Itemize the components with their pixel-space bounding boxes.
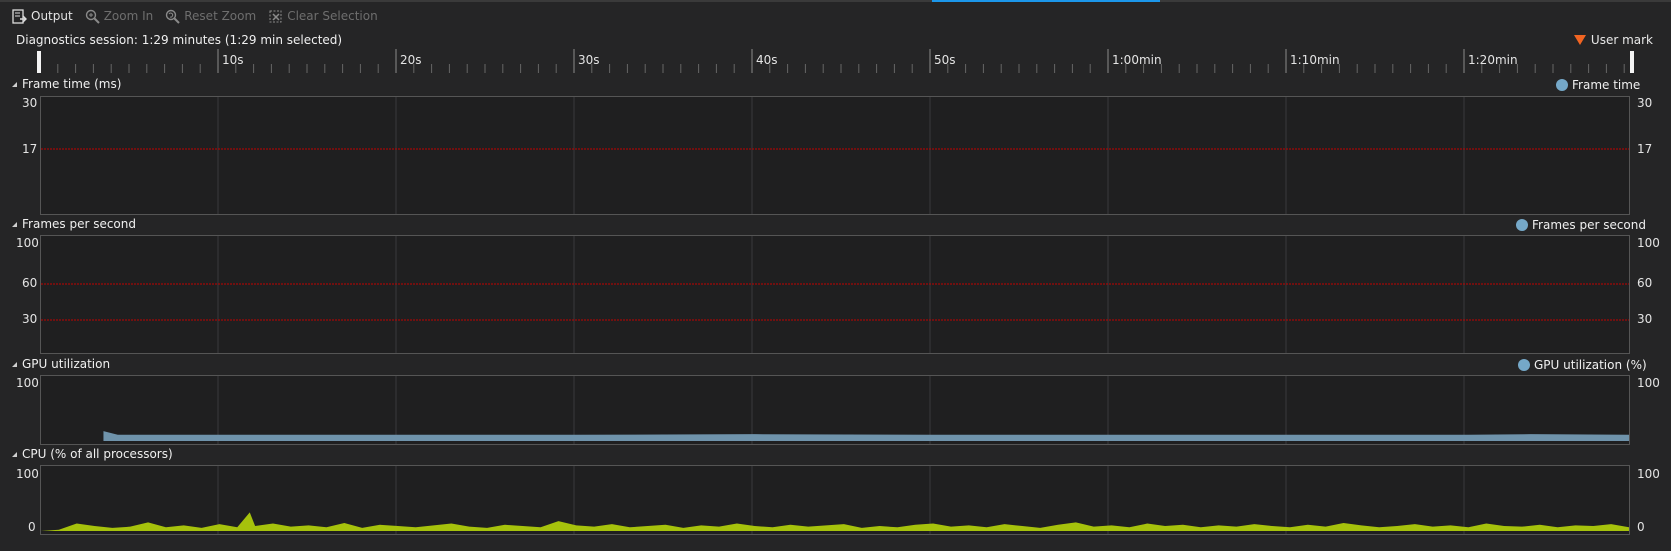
- zoom-in-icon: [85, 9, 100, 24]
- collapse-caret-icon[interactable]: [12, 361, 17, 367]
- gpu-title: GPU utilization: [22, 357, 111, 371]
- fps-header[interactable]: Frames per second: [12, 217, 136, 231]
- fps-plot[interactable]: [40, 235, 1630, 354]
- frame-time-y-ref-left: 17: [22, 142, 38, 156]
- legend-dot-icon: [1556, 79, 1568, 91]
- gpu-y-top-left: 100: [16, 376, 39, 390]
- frame-time-y-top-left: 30: [22, 96, 38, 110]
- frame-time-grid: [41, 97, 1629, 214]
- collapse-caret-icon[interactable]: [12, 451, 17, 457]
- cpu-usage-area: [41, 512, 1629, 531]
- frame-time-legend: Frame time: [1556, 78, 1640, 92]
- zoom-in-button[interactable]: Zoom In: [85, 9, 154, 24]
- user-mark-legend[interactable]: User mark: [1573, 33, 1653, 47]
- frame-time-y-ref-right: 17: [1637, 142, 1653, 156]
- cpu-y-bottom-right: 0: [1637, 520, 1645, 534]
- fps-legend: Frames per second: [1516, 218, 1646, 232]
- cpu-plot[interactable]: [40, 465, 1630, 535]
- ruler-tick-30s: 30s: [578, 53, 600, 67]
- clear-selection-button[interactable]: Clear Selection: [268, 9, 378, 24]
- ruler-tick-40s: 40s: [756, 53, 778, 67]
- gpu-legend: GPU utilization (%): [1518, 358, 1647, 372]
- top-border: [0, 0, 1671, 2]
- session-label: Diagnostics session: 1:29 minutes (1:29 …: [16, 33, 343, 47]
- cpu-title: CPU (% of all processors): [22, 447, 173, 461]
- clear-selection-label: Clear Selection: [287, 9, 378, 23]
- fps-grid: [41, 236, 1629, 353]
- output-icon: [12, 8, 27, 24]
- zoom-in-label: Zoom In: [103, 9, 154, 23]
- fps-y-30-left: 30: [22, 312, 38, 326]
- output-label: Output: [31, 9, 73, 23]
- user-mark-label: User mark: [1590, 33, 1653, 47]
- ruler-tick-20s: 20s: [400, 53, 422, 67]
- fps-y-60-right: 60: [1637, 276, 1653, 290]
- reset-zoom-icon: [165, 9, 180, 24]
- ruler-ticks: [40, 49, 1625, 73]
- fps-title: Frames per second: [22, 217, 136, 231]
- gpu-legend-label: GPU utilization (%): [1534, 358, 1647, 372]
- clear-selection-icon: [268, 9, 283, 24]
- collapse-caret-icon[interactable]: [12, 81, 17, 87]
- fps-y-top-left: 100: [16, 236, 39, 250]
- selection-end-handle[interactable]: [1630, 51, 1634, 73]
- output-button[interactable]: Output: [12, 8, 73, 24]
- gpu-chart: [103, 376, 1629, 444]
- user-mark-icon: [1573, 35, 1586, 45]
- frame-time-header[interactable]: Frame time (ms): [12, 77, 121, 91]
- ruler-tick-1-10min: 1:10min: [1290, 53, 1340, 67]
- fps-y-top-right: 100: [1637, 236, 1660, 250]
- gpu-utilization-area: [103, 431, 1629, 441]
- reset-zoom-button[interactable]: Reset Zoom: [165, 9, 256, 24]
- cpu-chart: [41, 466, 1629, 534]
- selection-start-handle[interactable]: [37, 51, 41, 73]
- cpu-y-bottom-left: 0: [28, 520, 36, 534]
- toolbar: Output Zoom In Reset Zoom Clear Selectio…: [0, 3, 1671, 29]
- frame-time-legend-label: Frame time: [1572, 78, 1641, 92]
- ruler-tick-1-20min: 1:20min: [1468, 53, 1518, 67]
- fps-y-30-right: 30: [1637, 312, 1653, 326]
- gpu-header[interactable]: GPU utilization: [12, 357, 110, 371]
- time-ruler[interactable]: 10s 20s 30s 40s 50s 1:00min 1:10min 1:20…: [40, 49, 1630, 73]
- gpu-plot[interactable]: [40, 375, 1630, 445]
- cpu-y-top-right: 100: [1637, 467, 1660, 481]
- legend-dot-icon: [1516, 219, 1528, 231]
- frame-time-y-top-right: 30: [1637, 96, 1653, 110]
- reset-zoom-label: Reset Zoom: [184, 9, 257, 23]
- active-tab-indicator: [932, 0, 1160, 2]
- legend-dot-icon: [1518, 359, 1530, 371]
- cpu-header[interactable]: CPU (% of all processors): [12, 447, 173, 461]
- frame-time-title: Frame time (ms): [22, 77, 122, 91]
- gpu-y-top-right: 100: [1637, 376, 1660, 390]
- ruler-tick-50s: 50s: [934, 53, 956, 67]
- fps-y-60-left: 60: [22, 276, 38, 290]
- cpu-y-top-left: 100: [16, 467, 39, 481]
- fps-legend-label: Frames per second: [1532, 218, 1646, 232]
- frame-time-plot[interactable]: [40, 96, 1630, 215]
- collapse-caret-icon[interactable]: [12, 221, 17, 227]
- ruler-tick-1-00min: 1:00min: [1112, 53, 1162, 67]
- ruler-tick-10s: 10s: [222, 53, 244, 67]
